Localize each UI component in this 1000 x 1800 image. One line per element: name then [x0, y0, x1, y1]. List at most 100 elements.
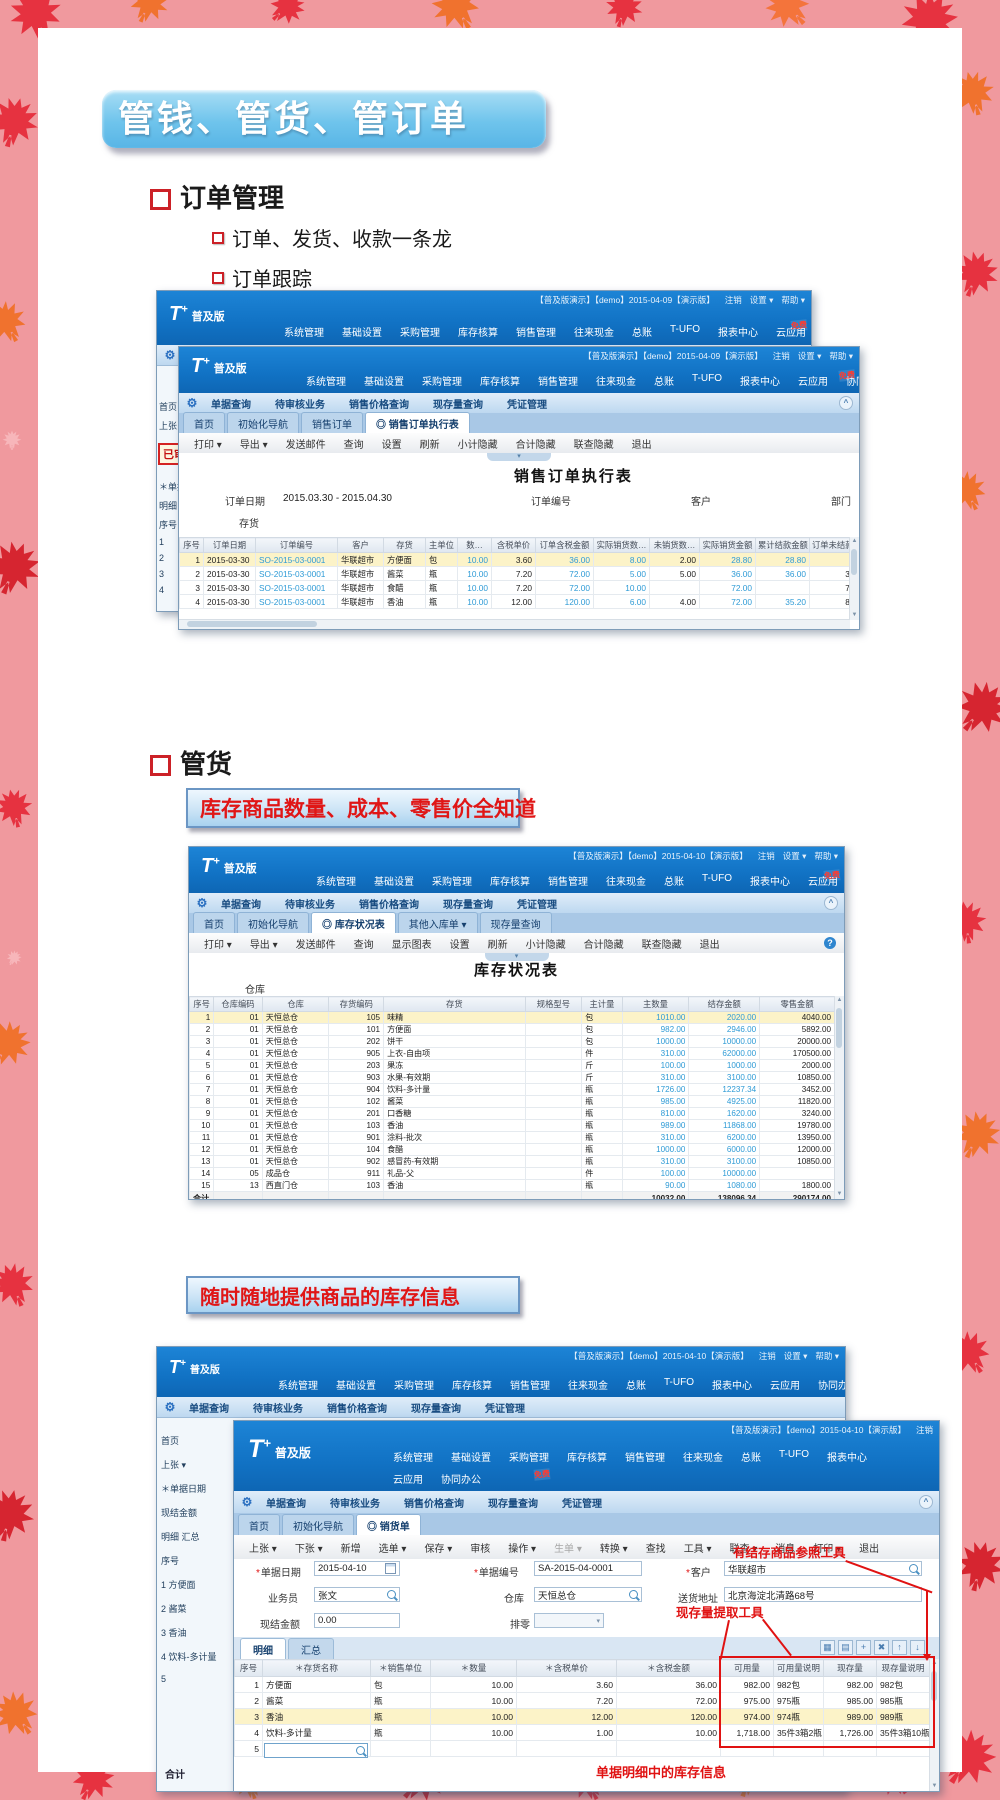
- menu-item[interactable]: 往来现金: [597, 873, 655, 888]
- table-row[interactable]: 301天恒总仓202饼干包1000.0010000.0020000.00: [190, 1036, 835, 1048]
- column-header[interactable]: 订单日期: [204, 538, 256, 553]
- menu-item[interactable]: 总账: [617, 1377, 655, 1392]
- session-link[interactable]: 帮助 ▾: [814, 850, 838, 862]
- submenu-item[interactable]: 现存量查询: [431, 896, 505, 911]
- submenu-item[interactable]: 销售价格查询: [337, 396, 421, 411]
- toolbar-button[interactable]: 设置: [373, 436, 411, 451]
- submenu-item[interactable]: 待审核业务: [263, 396, 337, 411]
- table-row[interactable]: 1513西直门仓103香油瓶90.001080.001800.00: [190, 1180, 835, 1192]
- submenu-item[interactable]: 单据查询: [209, 896, 273, 911]
- menu-item[interactable]: 销售管理: [529, 373, 587, 388]
- help-icon[interactable]: ?: [824, 937, 836, 949]
- sidebar-item[interactable]: 3: [157, 566, 178, 582]
- address-field[interactable]: 北京海淀北清路68号: [724, 1587, 922, 1602]
- grid-icon-up[interactable]: ↑: [892, 1640, 907, 1655]
- menu-item[interactable]: 基础设置: [327, 1377, 385, 1392]
- tab[interactable]: 初始化导航: [237, 912, 309, 933]
- grid-icon-delete[interactable]: ✖: [874, 1640, 889, 1655]
- tab[interactable]: ◎ 库存状况表: [311, 912, 396, 933]
- menu-item[interactable]: 基础设置: [365, 873, 423, 888]
- session-link[interactable]: 注销: [916, 1424, 933, 1436]
- sidebar-item[interactable]: 5: [159, 1671, 233, 1687]
- menu-item[interactable]: 报表中心: [703, 1377, 761, 1392]
- menu-item[interactable]: 报表中心: [709, 324, 767, 339]
- toolbar-button[interactable]: 发送邮件: [277, 436, 335, 451]
- table-row[interactable]: 801天恒总仓102酱菜瓶985.004925.0011820.00: [190, 1096, 835, 1108]
- toolbar-button[interactable]: 退出: [850, 1540, 888, 1555]
- grid-icon-rows[interactable]: ▤: [838, 1640, 853, 1655]
- column-header[interactable]: 客户: [338, 538, 384, 553]
- sidebar-item[interactable]: 现结金额: [159, 1503, 233, 1522]
- menu-item[interactable]: 采购管理: [391, 324, 449, 339]
- toolbar-button[interactable]: 下张 ▾: [286, 1540, 332, 1555]
- column-header[interactable]: 结存金额: [689, 997, 760, 1012]
- toolbar-button[interactable]: 退出: [691, 936, 729, 951]
- table-row[interactable]: 1405成品仓911礼品-父件100.0010000.00: [190, 1168, 835, 1180]
- sidebar-item[interactable]: 序号: [157, 515, 178, 534]
- tab[interactable]: ◎ 销货单: [356, 1514, 421, 1535]
- sidebar-item[interactable]: 首页: [157, 397, 178, 416]
- cash-field[interactable]: 0.00: [314, 1613, 400, 1628]
- menu-item[interactable]: 系统管理: [275, 324, 333, 339]
- menu-item[interactable]: 总账: [645, 373, 683, 388]
- submenu-item[interactable]: 销售价格查询: [392, 1495, 476, 1510]
- column-header[interactable]: 订单编号: [256, 538, 338, 553]
- submenu-item[interactable]: 凭证管理: [505, 896, 569, 911]
- session-link[interactable]: 设置 ▾: [798, 350, 822, 362]
- sidebar-item[interactable]: 1 方便面: [159, 1575, 233, 1594]
- menu-item[interactable]: 报表中心: [741, 873, 799, 888]
- menu-item[interactable]: 库存核算: [471, 373, 529, 388]
- toolbar-button[interactable]: 新增: [332, 1540, 370, 1555]
- toolbar-button[interactable]: 合计隐藏: [507, 436, 565, 451]
- column-header[interactable]: 规格型号: [525, 997, 582, 1012]
- submenu-item[interactable]: 销售价格查询: [347, 896, 431, 911]
- menu-item[interactable]: 云应用: [384, 1471, 432, 1486]
- column-header[interactable]: ＊数量: [431, 1660, 517, 1677]
- menu-item[interactable]: 采购管理: [500, 1449, 558, 1464]
- toolbar-button[interactable]: 小计隐藏: [449, 436, 507, 451]
- date-field[interactable]: 2015-04-10: [314, 1561, 400, 1576]
- search-icon[interactable]: [629, 1590, 638, 1599]
- toolbar-button[interactable]: 工具 ▾: [675, 1540, 721, 1555]
- tab[interactable]: 销售订单: [301, 412, 363, 433]
- session-link[interactable]: 帮助 ▾: [829, 350, 853, 362]
- menu-item[interactable]: 采购管理: [423, 873, 481, 888]
- submenu-item[interactable]: 单据查询: [254, 1495, 318, 1510]
- column-header[interactable]: 存货: [384, 538, 426, 553]
- table-row[interactable]: 101天恒总仓105味精包1010.002020.004040.00: [190, 1012, 835, 1024]
- sidebar-item[interactable]: 4 饮料-多计量: [159, 1647, 233, 1666]
- gear-icon[interactable]: ⚙: [240, 1495, 254, 1509]
- table-row[interactable]: 1001天恒总仓103香油瓶989.0011868.0019780.00: [190, 1120, 835, 1132]
- toolbar-button[interactable]: 操作 ▾: [499, 1540, 545, 1555]
- customer-field[interactable]: 华联超市: [724, 1561, 922, 1576]
- toolbar-button[interactable]: 刷新: [411, 436, 449, 451]
- toolbar-button[interactable]: 联查隐藏: [633, 936, 691, 951]
- collapse-pill[interactable]: ▾: [487, 453, 551, 461]
- warehouse-field[interactable]: 天恒总仓: [534, 1587, 642, 1602]
- collapse-icon[interactable]: ^: [919, 1495, 933, 1509]
- toolbar-button[interactable]: 合计隐藏: [575, 936, 633, 951]
- column-header[interactable]: 主单位: [426, 538, 458, 553]
- sidebar-item[interactable]: 2 酱菜: [159, 1599, 233, 1618]
- table-row[interactable]: 1201天恒总仓104食醋瓶1000.006000.0012000.00: [190, 1144, 835, 1156]
- menu-item[interactable]: 库存核算: [443, 1377, 501, 1392]
- sidebar-item[interactable]: ＊单据日期: [157, 477, 178, 496]
- gear-icon[interactable]: ⚙: [163, 348, 177, 362]
- menu-item[interactable]: 云应用: [789, 373, 837, 388]
- submenu-item[interactable]: 待审核业务: [273, 896, 347, 911]
- session-link[interactable]: 注销: [725, 294, 742, 306]
- menu-item[interactable]: 销售管理: [507, 324, 565, 339]
- session-link[interactable]: 帮助 ▾: [815, 1350, 839, 1362]
- table-row[interactable]: 501天恒总仓203果冻斤100.001000.002000.00: [190, 1060, 835, 1072]
- search-icon[interactable]: [909, 1564, 918, 1573]
- collapse-icon[interactable]: ^: [839, 396, 853, 410]
- invoice-no-field[interactable]: SA-2015-04-0001: [534, 1561, 642, 1576]
- toolbar-button[interactable]: 刷新: [479, 936, 517, 951]
- toolbar-button[interactable]: 设置: [441, 936, 479, 951]
- column-header[interactable]: 仓库编码: [214, 997, 263, 1012]
- tab[interactable]: ◎ 销售订单执行表: [365, 412, 470, 433]
- gear-icon[interactable]: ⚙: [195, 896, 209, 910]
- sidebar-item[interactable]: 上张 ▾: [159, 1455, 233, 1474]
- gear-icon[interactable]: ⚙: [185, 396, 199, 410]
- menu-item[interactable]: T-UFO: [683, 373, 731, 388]
